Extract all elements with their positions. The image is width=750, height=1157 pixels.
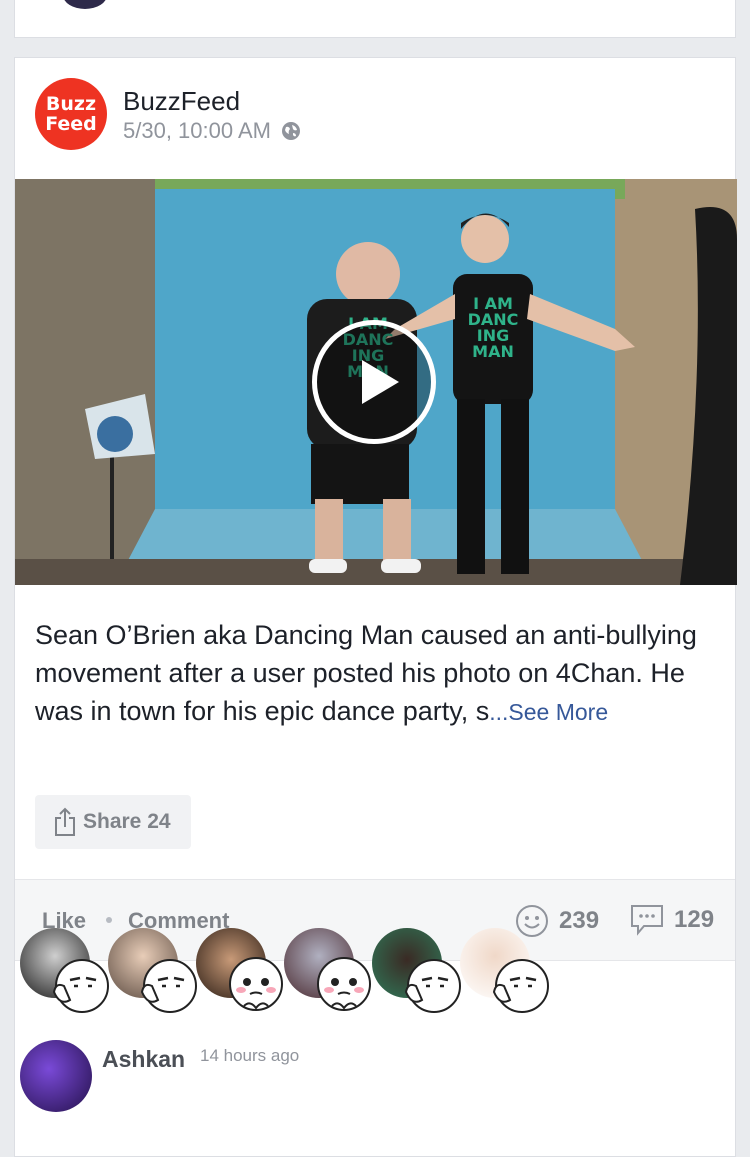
- globe-icon: [282, 122, 300, 140]
- share-icon: [55, 807, 75, 836]
- avatar: [63, 0, 107, 9]
- share-button[interactable]: Share 24: [35, 795, 191, 849]
- thumbs-up-face-icon: [492, 959, 549, 1013]
- thumbs-up-face-icon: [140, 959, 197, 1013]
- reactors-row: [20, 928, 710, 1018]
- play-button[interactable]: [312, 320, 436, 444]
- separator-dot: [106, 917, 112, 923]
- pleading-face-icon: [229, 957, 283, 1011]
- see-more-link[interactable]: ...See More: [489, 699, 608, 725]
- previous-post-card: [14, 0, 736, 38]
- play-icon: [362, 360, 399, 404]
- shirt-text-8: MAN: [472, 342, 514, 361]
- post-meta: 5/30, 10:00 AM: [123, 118, 301, 144]
- comment-author-avatar[interactable]: [20, 1040, 92, 1112]
- thumbs-up-face-icon: [404, 959, 461, 1013]
- video-player[interactable]: I AM DANC ING MAN I AM DANC ING MAN: [15, 179, 737, 585]
- comment-author-name[interactable]: Ashkan: [102, 1046, 185, 1073]
- buzzfeed-logo[interactable]: Buzz Feed: [35, 78, 107, 150]
- share-label: Share 24: [83, 810, 171, 833]
- pleading-face-icon: [317, 957, 371, 1011]
- post-timestamp[interactable]: 5/30, 10:00 AM: [123, 118, 271, 144]
- thumbs-up-face-icon: [52, 959, 109, 1013]
- reactor-6[interactable]: [460, 928, 570, 1018]
- post-description: Sean O’Brien aka Dancing Man caused an a…: [35, 616, 715, 731]
- page-name[interactable]: BuzzFeed: [123, 86, 240, 117]
- comment-timestamp: 14 hours ago: [200, 1046, 300, 1065]
